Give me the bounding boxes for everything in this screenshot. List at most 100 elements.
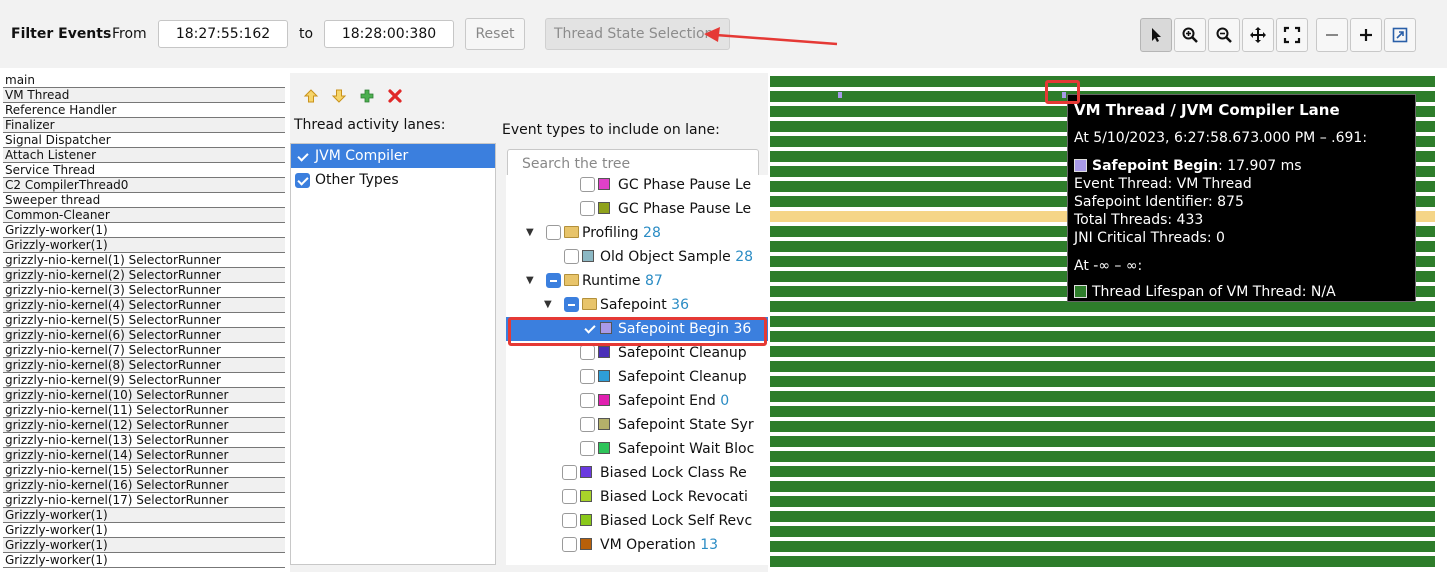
thread-row[interactable]: grizzly-nio-kernel(7) SelectorRunner xyxy=(3,343,285,358)
thread-row[interactable]: main xyxy=(3,73,285,88)
thread-lane-bar[interactable] xyxy=(770,406,1435,417)
thread-row[interactable]: Grizzly-worker(1) xyxy=(3,223,285,238)
tree-node[interactable]: Biased Lock Revocati xyxy=(506,485,768,509)
thread-lane-bar[interactable] xyxy=(770,346,1435,357)
thread-row[interactable]: grizzly-nio-kernel(14) SelectorRunner xyxy=(3,448,285,463)
remove-lane-button[interactable] xyxy=(384,85,406,107)
tree-checkbox[interactable] xyxy=(562,513,577,528)
thread-row[interactable]: Sweeper thread xyxy=(3,193,285,208)
thread-lane-bar[interactable] xyxy=(770,301,1435,312)
thread-lane-bar[interactable] xyxy=(770,451,1435,462)
thread-lane-bar[interactable] xyxy=(770,466,1435,477)
tree-node[interactable]: ▼ Profiling 28 xyxy=(506,221,768,245)
thread-row[interactable]: grizzly-nio-kernel(15) SelectorRunner xyxy=(3,463,285,478)
safepoint-event-marker[interactable] xyxy=(838,92,842,98)
expand-arrow-icon[interactable]: ▼ xyxy=(544,293,552,317)
thread-lane-bar[interactable] xyxy=(770,526,1435,537)
thread-row[interactable]: Service Thread xyxy=(3,163,285,178)
thread-row[interactable]: Grizzly-worker(1) xyxy=(3,508,285,523)
thread-row[interactable]: Finalizer xyxy=(3,118,285,133)
zoom-in-button[interactable] xyxy=(1174,18,1206,52)
lane-item-other-types[interactable]: Other Types xyxy=(291,168,495,192)
tree-node[interactable]: Safepoint Wait Bloc xyxy=(506,437,768,461)
thread-lane-bar[interactable] xyxy=(770,376,1435,387)
thread-row[interactable]: Grizzly-worker(1) xyxy=(3,538,285,553)
tree-node[interactable]: Biased Lock Self Revc xyxy=(506,509,768,533)
thread-lane-bar[interactable] xyxy=(770,481,1435,492)
thread-row[interactable]: Grizzly-worker(1) xyxy=(3,238,285,253)
thread-lane-bar[interactable] xyxy=(770,316,1435,327)
thread-lane-bar[interactable] xyxy=(770,541,1435,552)
tree-checkbox[interactable] xyxy=(564,249,579,264)
fit-to-screen-button[interactable] xyxy=(1276,18,1308,52)
thread-row[interactable]: Common-Cleaner xyxy=(3,208,285,223)
tree-checkbox[interactable] xyxy=(580,345,595,360)
tree-node[interactable]: Biased Lock Class Re xyxy=(506,461,768,485)
from-time-input[interactable]: 18:27:55:162 xyxy=(158,20,288,48)
thread-row[interactable]: grizzly-nio-kernel(3) SelectorRunner xyxy=(3,283,285,298)
thread-row[interactable]: grizzly-nio-kernel(1) SelectorRunner xyxy=(3,253,285,268)
pointer-tool-button[interactable] xyxy=(1140,18,1172,52)
thread-lane-bar[interactable] xyxy=(770,361,1435,372)
thread-row[interactable]: grizzly-nio-kernel(5) SelectorRunner xyxy=(3,313,285,328)
export-button[interactable] xyxy=(1384,18,1416,52)
tree-checkbox[interactable] xyxy=(564,297,579,312)
thread-row[interactable]: Grizzly-worker(1) xyxy=(3,523,285,538)
tree-node[interactable]: ▼ Runtime 87 xyxy=(506,269,768,293)
move-lane-down-button[interactable] xyxy=(328,85,350,107)
tree-checkbox[interactable] xyxy=(580,441,595,456)
tree-node[interactable]: Safepoint State Syr xyxy=(506,413,768,437)
thread-row[interactable]: grizzly-nio-kernel(10) SelectorRunner xyxy=(3,388,285,403)
reset-button[interactable]: Reset xyxy=(465,18,525,50)
thread-row[interactable]: grizzly-nio-kernel(13) SelectorRunner xyxy=(3,433,285,448)
thread-row[interactable]: grizzly-nio-kernel(9) SelectorRunner xyxy=(3,373,285,388)
tree-node[interactable]: VM Operation 13 xyxy=(506,533,768,557)
tree-checkbox[interactable] xyxy=(562,465,577,480)
tree-checkbox[interactable] xyxy=(580,417,595,432)
thread-row[interactable]: grizzly-nio-kernel(16) SelectorRunner xyxy=(3,478,285,493)
tree-checkbox[interactable] xyxy=(546,225,561,240)
expand-arrow-icon[interactable]: ▼ xyxy=(526,269,534,293)
zoom-out-button[interactable] xyxy=(1208,18,1240,52)
expand-lanes-button[interactable] xyxy=(1350,18,1382,52)
tree-checkbox[interactable] xyxy=(562,489,577,504)
thread-row[interactable]: grizzly-nio-kernel(6) SelectorRunner xyxy=(3,328,285,343)
tree-checkbox[interactable] xyxy=(580,201,595,216)
tree-checkbox[interactable] xyxy=(546,273,561,288)
thread-lane-bar[interactable] xyxy=(770,436,1435,447)
lane-checkbox[interactable] xyxy=(295,149,310,164)
lane-checkbox[interactable] xyxy=(295,173,310,188)
tree-checkbox[interactable] xyxy=(580,177,595,192)
thread-row[interactable]: grizzly-nio-kernel(8) SelectorRunner xyxy=(3,358,285,373)
thread-row[interactable]: grizzly-nio-kernel(4) SelectorRunner xyxy=(3,298,285,313)
thread-lane-bar[interactable] xyxy=(770,556,1435,567)
thread-row[interactable]: Grizzly-worker(1) xyxy=(3,553,285,568)
thread-row[interactable]: Reference Handler xyxy=(3,103,285,118)
thread-row[interactable]: Signal Dispatcher xyxy=(3,133,285,148)
thread-row[interactable]: Attach Listener xyxy=(3,148,285,163)
thread-lane-bar[interactable] xyxy=(770,391,1435,402)
pan-button[interactable] xyxy=(1242,18,1274,52)
thread-row[interactable]: grizzly-nio-kernel(2) SelectorRunner xyxy=(3,268,285,283)
thread-row[interactable]: grizzly-nio-kernel(17) SelectorRunner xyxy=(3,493,285,508)
tree-node[interactable]: ▼ Safepoint 36 xyxy=(506,293,768,317)
thread-lane-bar[interactable] xyxy=(770,331,1435,342)
to-time-input[interactable]: 18:28:00:380 xyxy=(324,20,454,48)
thread-lane-bar[interactable] xyxy=(770,511,1435,522)
tree-checkbox[interactable] xyxy=(580,369,595,384)
tree-checkbox[interactable] xyxy=(562,537,577,552)
thread-lane-bar[interactable] xyxy=(770,421,1435,432)
tree-checkbox[interactable] xyxy=(580,393,595,408)
thread-row[interactable]: grizzly-nio-kernel(12) SelectorRunner xyxy=(3,418,285,433)
collapse-lanes-button[interactable] xyxy=(1316,18,1348,52)
thread-row[interactable]: VM Thread xyxy=(3,88,285,103)
thread-row[interactable]: C2 CompilerThread0 xyxy=(3,178,285,193)
tree-node[interactable]: Safepoint Cleanup xyxy=(506,365,768,389)
expand-arrow-icon[interactable]: ▼ xyxy=(526,221,534,245)
thread-lane-bar[interactable] xyxy=(770,76,1435,87)
thread-lane-bar[interactable] xyxy=(770,496,1435,507)
tree-node[interactable]: Old Object Sample 28 xyxy=(506,245,768,269)
lane-item-jvm-compiler[interactable]: JVM Compiler xyxy=(291,144,495,168)
tree-node[interactable]: Safepoint End 0 xyxy=(506,389,768,413)
tree-node[interactable]: GC Phase Pause Le xyxy=(506,197,768,221)
